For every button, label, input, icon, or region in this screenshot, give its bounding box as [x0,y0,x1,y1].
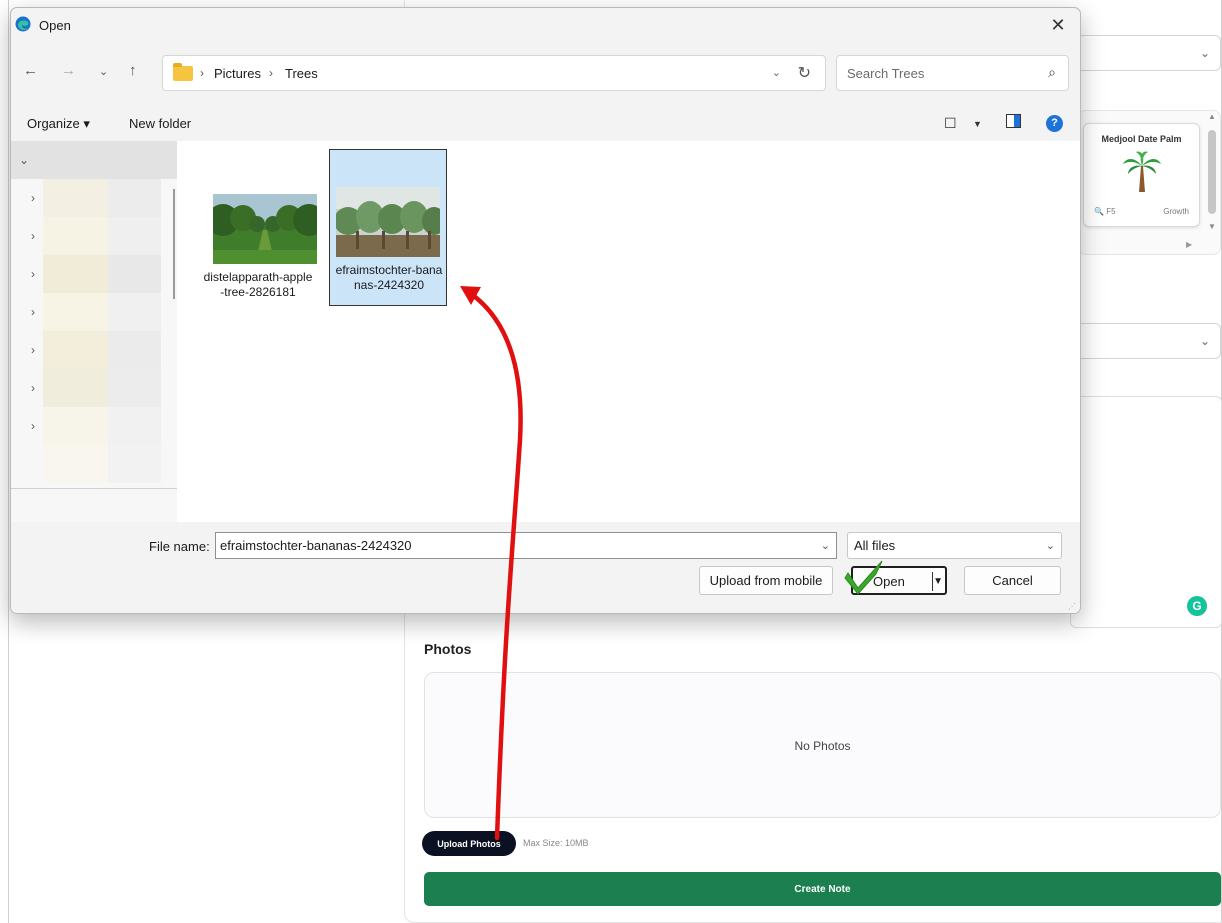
photos-heading: Photos [424,641,472,657]
breadcrumb-separator: › [200,66,204,80]
chevron-right-icon: › [31,381,35,395]
breadcrumb-separator: › [269,66,273,80]
chevron-right-icon: › [31,191,35,205]
command-toolbar: Organize ▾ New folder ☐ ▼ [11,106,1080,142]
upload-from-mobile-button[interactable]: Upload from mobile [699,566,833,595]
tree-code: 🔍 F5 [1094,207,1116,216]
nav-pane-item[interactable]: › [11,179,177,217]
recent-locations-chevron-icon[interactable]: ⌄ [99,65,108,78]
file-type-value: All files [854,538,896,553]
file-name: distelapparath-apple-tree-2826181 [203,270,313,299]
file-item[interactable]: distelapparath-apple-tree-2826181 [199,156,317,306]
grammarly-icon[interactable]: G [1187,596,1207,616]
breadcrumb-pictures[interactable]: Pictures [214,66,261,81]
chevron-right-icon: › [31,229,35,243]
top-dropdown[interactable]: ⌄ [1070,35,1221,71]
nav-pane-item[interactable]: › [11,369,177,407]
nav-pane-scrollbar[interactable] [173,189,175,299]
resize-grip-icon[interactable]: ⋰ [1068,602,1076,611]
carousel-scrollbar[interactable] [1208,130,1216,214]
file-name: efraimstochter-bananas-2424320 [335,263,443,292]
chevron-right-icon: › [31,267,35,281]
redacted-folder [43,217,161,255]
chevron-right-icon: › [31,343,35,357]
redacted-folder [43,407,161,445]
forward-arrow-icon[interactable]: → [61,62,76,79]
back-arrow-icon[interactable]: ← [23,62,38,79]
redacted-folder [43,331,161,369]
redacted-folder [43,293,161,331]
no-photos-text: No Photos [794,739,851,753]
chevron-right-icon: › [31,305,35,319]
organize-menu[interactable]: Organize ▾ [27,116,90,132]
nav-pane-item[interactable]: › [11,217,177,255]
file-item-selected[interactable]: efraimstochter-bananas-2424320 [329,149,447,306]
page-left-edge [8,0,9,923]
search-icon[interactable]: ⌕ [1048,64,1056,81]
max-size-text: Max Size: 10MB [523,838,589,848]
tree-card-title: Medjool Date Palm [1101,134,1182,144]
chevron-down-icon: ⌄ [1199,334,1210,348]
dialog-content: ⌄ › › › › › › › distelapparath-apple-tre… [11,141,1080,522]
nav-pane-item[interactable]: › [11,255,177,293]
breadcrumb-trees[interactable]: Trees [285,66,318,81]
redacted-folder [43,255,161,293]
tree-card[interactable]: Medjool Date Palm 🔍 F5 Growth [1083,123,1200,227]
view-dropdown-chevron-icon[interactable]: ▼ [973,119,982,129]
upload-photos-button[interactable]: Upload Photos [422,831,516,856]
cancel-button[interactable]: Cancel [964,566,1061,595]
chevron-down-icon: ⌄ [1045,540,1055,552]
nav-pane-item[interactable]: › [11,331,177,369]
new-folder-button[interactable]: New folder [129,116,191,131]
dialog-titlebar: Open ✕ [11,8,1080,42]
open-file-dialog: Open ✕ ← → ⌄ ↑ › Pictures › Trees ⌄ ↻ ⌕ … [10,7,1081,614]
open-button[interactable]: Open ▼ [851,566,947,595]
redacted-folder [43,179,161,217]
open-button-label: Open [873,574,905,589]
chevron-down-icon: ⌄ [1199,46,1210,60]
nav-pane-divider [11,488,177,489]
file-name-input[interactable] [220,538,800,553]
notes-textarea[interactable] [1070,396,1222,628]
chevron-down-icon[interactable]: ⌄ [821,539,830,552]
create-note-button[interactable]: Create Note [424,872,1221,906]
file-name-field[interactable]: ⌄ [215,532,837,559]
redacted-folder [43,369,161,407]
close-icon[interactable]: ✕ [1036,8,1080,42]
banana-plantation-thumbnail [336,187,440,257]
search-input[interactable] [847,64,1027,82]
up-arrow-icon[interactable]: ↑ [129,62,137,79]
chevron-right-icon: › [31,419,35,433]
dialog-title: Open [39,18,71,33]
apple-orchard-thumbnail [213,194,317,264]
redacted-folder [43,445,161,483]
view-options-icon[interactable]: ☐ [944,115,957,132]
navigation-bar: ← → ⌄ ↑ › Pictures › Trees ⌄ ↻ ⌕ [11,52,1080,92]
scroll-up-icon[interactable]: ▲ [1208,112,1216,121]
open-options-arrow-icon[interactable]: ▼ [933,568,943,595]
scroll-down-icon[interactable]: ▼ [1208,222,1216,231]
growth-label: Growth [1163,207,1189,216]
help-icon[interactable]: ? [1046,115,1063,132]
second-dropdown[interactable]: ⌄ [1070,323,1221,359]
dialog-footer: File name: ⌄ All files ⌄ Upload from mob… [11,522,1080,613]
nav-pane-item[interactable]: › [11,293,177,331]
file-name-label: File name: [149,539,210,554]
file-type-select[interactable]: All files ⌄ [847,532,1062,559]
nav-pane-item[interactable] [11,445,177,483]
preview-pane-icon[interactable] [1006,114,1021,131]
palm-tree-icon [1123,151,1161,192]
nav-pane-header[interactable]: ⌄ [11,141,177,179]
photos-dropzone[interactable]: No Photos [424,672,1221,818]
navigation-pane: ⌄ › › › › › › › [11,141,177,522]
chevron-down-icon: ⌄ [19,153,30,167]
folder-icon [173,63,193,81]
address-bar[interactable]: › Pictures › Trees ⌄ ↻ [162,55,826,91]
address-chevron-icon[interactable]: ⌄ [772,66,781,79]
scroll-right-icon[interactable]: ▶ [1186,240,1192,249]
edge-browser-icon [15,16,31,32]
refresh-icon[interactable]: ↻ [798,63,811,83]
search-box[interactable]: ⌕ [836,55,1069,91]
nav-pane-item[interactable]: › [11,407,177,445]
